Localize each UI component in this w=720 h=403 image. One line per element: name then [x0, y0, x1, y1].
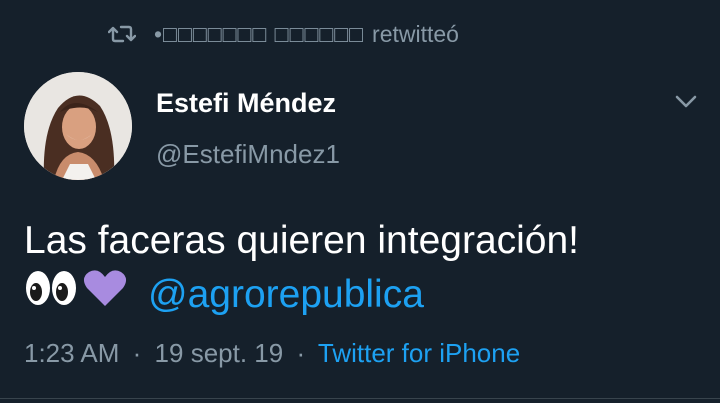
mention-link[interactable]: @agrorepublica	[148, 269, 424, 321]
tweet-text: Las faceras quieren integración!	[24, 219, 580, 262]
tweet-time: 1:23 AM	[24, 338, 120, 368]
retweet-icon	[108, 25, 136, 43]
retweeter-name[interactable]: •□□□□□□□ □□□□□□	[154, 18, 364, 50]
chevron-down-icon[interactable]	[672, 90, 700, 112]
meta-separator: ·	[132, 338, 142, 368]
avatar-photo	[24, 72, 132, 180]
purple-heart-emoji	[82, 268, 128, 322]
divider	[0, 398, 720, 399]
tweet-source-link[interactable]: Twitter for iPhone	[318, 338, 520, 368]
tweet-text-second-line: @agrorepublica	[24, 268, 424, 322]
tweet-meta: 1:23 AM · 19 sept. 19 · Twitter for iPho…	[24, 336, 520, 370]
retweet-context[interactable]: •□□□□□□□ □□□□□□ retwitteó	[108, 18, 459, 50]
user-handle[interactable]: @EstefiMndez1	[156, 137, 340, 171]
eyes-emoji	[24, 268, 78, 322]
display-name[interactable]: Estefi Méndez	[156, 86, 336, 120]
meta-separator: ·	[296, 338, 306, 368]
retweet-label: retwitteó	[372, 21, 459, 47]
tweet-date[interactable]: 19 sept. 19	[155, 338, 284, 368]
avatar[interactable]	[24, 72, 132, 180]
